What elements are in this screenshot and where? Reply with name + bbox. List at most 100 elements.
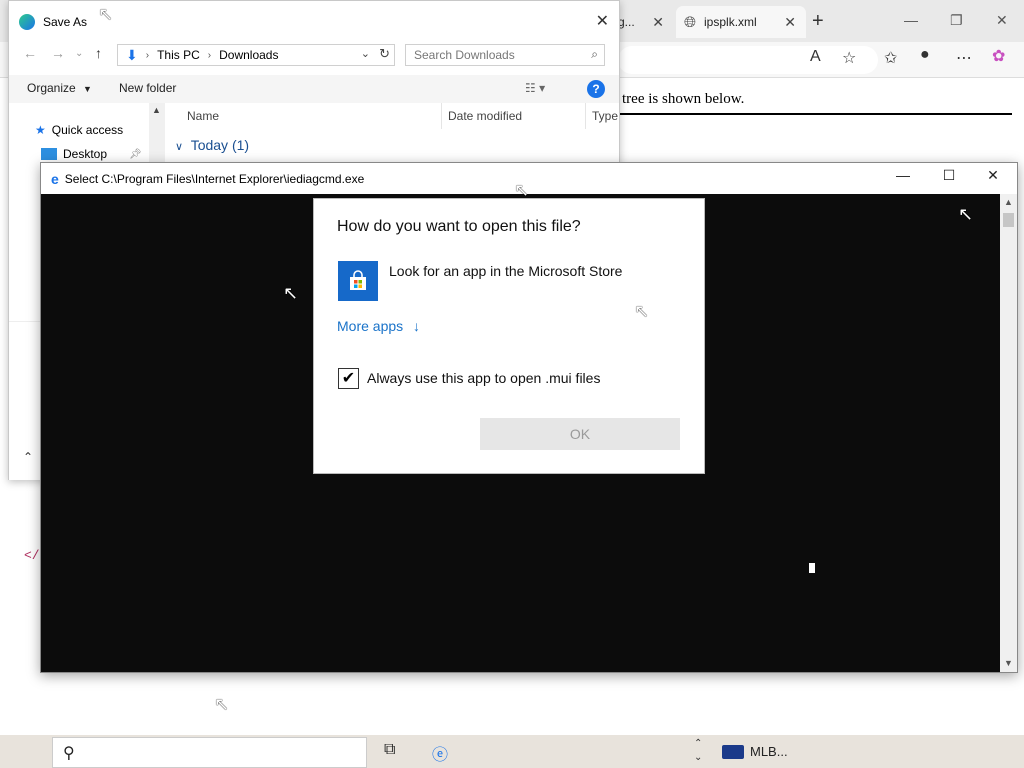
ie-icon: e: [51, 170, 59, 187]
nav-scrollbar[interactable]: ▲: [149, 103, 165, 163]
cursor-icon: ↖: [634, 301, 650, 321]
taskbar: ⚲ ⧉ ⓔ ⌃ ⌄ MLB...: [0, 735, 1024, 768]
code-fragment: </: [24, 548, 40, 563]
tab-label: ipsplk.xml: [704, 15, 757, 29]
read-aloud-icon[interactable]: A: [810, 48, 821, 66]
copilot-icon[interactable]: ✿: [992, 46, 1005, 66]
column-headers: Name Date modified Type: [167, 103, 619, 129]
close-icon[interactable]: ✕: [973, 167, 1013, 189]
breadcrumb-separator: ›: [207, 49, 212, 61]
more-menu-icon[interactable]: ⋯: [956, 48, 972, 68]
open-with-heading: How do you want to open this file?: [337, 218, 581, 235]
always-use-checkbox[interactable]: ✔: [338, 368, 359, 389]
arrow-down-icon: ↓: [413, 318, 421, 334]
scroll-up-icon[interactable]: ▲: [152, 105, 161, 115]
column-name[interactable]: Name: [187, 109, 219, 123]
store-bag-icon: [350, 270, 366, 290]
forward-arrow-icon[interactable]: →: [51, 45, 65, 61]
open-with-dialog: How do you want to open this file? Look …: [313, 198, 705, 474]
edge-icon: [19, 14, 35, 30]
address-field[interactable]: [618, 46, 878, 74]
organize-label: Organize: [27, 81, 76, 95]
maximize-icon[interactable]: ☐: [929, 167, 969, 189]
breadcrumb[interactable]: ⬇ › This PC › Downloads ⌄ ↻: [117, 44, 395, 66]
minimize-icon[interactable]: —: [883, 167, 923, 189]
search-input[interactable]: Search Downloads ⌕: [405, 44, 605, 66]
restore-icon[interactable]: ❐: [950, 12, 963, 29]
cursor-icon: ↖: [283, 283, 299, 303]
save-as-nav-row: ← → ⌄ ↑ ⬇ › This PC › Downloads ⌄ ↻ Sear…: [9, 43, 619, 67]
tab-label: g...: [618, 15, 635, 29]
news-widget[interactable]: MLB...: [722, 744, 788, 759]
tab-background[interactable]: g... ✕: [618, 6, 674, 38]
downloads-folder-icon: ⬇: [126, 46, 138, 63]
favorite-star-icon[interactable]: ☆: [842, 48, 856, 68]
nav-item-label: Quick access: [51, 123, 124, 137]
nav-item-label: Desktop: [63, 147, 108, 161]
ok-button[interactable]: OK: [480, 418, 680, 450]
column-type[interactable]: Type: [592, 109, 618, 123]
favorites-icon[interactable]: ✩: [884, 48, 897, 68]
store-icon[interactable]: [338, 261, 378, 301]
profile-avatar-icon[interactable]: ●: [920, 46, 930, 64]
more-apps-link[interactable]: More apps ↓: [337, 318, 420, 334]
close-window-icon[interactable]: ✕: [996, 12, 1008, 29]
chevron-down-icon[interactable]: ⌄: [361, 47, 370, 60]
breadcrumb-this-pc[interactable]: This PC: [157, 48, 200, 62]
mlb-logo-icon: [722, 744, 744, 759]
taskbar-search-box[interactable]: ⚲: [52, 737, 367, 768]
console-cursor-block: [809, 563, 815, 573]
save-as-title: Save As: [43, 15, 88, 29]
select-window-title: Select C:\Program Files\Internet Explore…: [64, 171, 365, 186]
help-icon[interactable]: ?: [587, 80, 605, 98]
content-text: tree is shown below.: [622, 91, 745, 107]
pin-icon: 📌︎: [129, 148, 142, 160]
new-tab-button[interactable]: +: [812, 10, 824, 33]
group-label: Today (1): [190, 137, 250, 153]
command-bar: Organize ▼ New folder ☷ ▾ ?: [9, 75, 619, 103]
breadcrumb-separator: ›: [145, 49, 150, 61]
horizontal-rule: [620, 113, 1012, 115]
up-arrow-icon[interactable]: ↑: [95, 45, 102, 61]
search-icon: ⌕: [591, 47, 598, 61]
new-folder-button[interactable]: New folder: [119, 81, 176, 95]
scroll-thumb[interactable]: [1003, 213, 1014, 227]
recent-chevron-icon[interactable]: ⌄: [75, 48, 83, 59]
search-icon: ⚲: [63, 745, 75, 762]
caret-down-icon: ▼: [83, 84, 92, 94]
task-view-icon[interactable]: ⧉: [384, 741, 395, 759]
console-scrollbar[interactable]: ▲ ▼: [1000, 194, 1017, 672]
nav-item-quick-access[interactable]: ★ Quick access: [35, 123, 123, 137]
cursor-icon: ↖: [958, 204, 974, 224]
cursor-icon: ↖: [514, 180, 530, 200]
collapse-chevron-icon[interactable]: ⌃: [23, 450, 33, 464]
ie-taskbar-icon[interactable]: ⓔ: [432, 741, 448, 765]
always-use-label[interactable]: Always use this app to open .mui files: [367, 370, 600, 386]
globe-icon: 🌐︎: [684, 13, 697, 31]
tray-chevron-icon[interactable]: ⌃ ⌄: [694, 737, 702, 765]
scroll-up-icon[interactable]: ▲: [1004, 197, 1013, 207]
view-options-icon[interactable]: ☷ ▾: [525, 81, 545, 95]
back-arrow-icon[interactable]: ←: [23, 45, 37, 61]
desktop-icon: [41, 148, 57, 160]
close-tab-icon[interactable]: ✕: [784, 14, 796, 31]
group-header-today[interactable]: ∨ Today (1): [175, 137, 249, 153]
nav-item-desktop[interactable]: Desktop 📌︎: [41, 147, 142, 161]
chevron-down-icon: ∨: [175, 141, 184, 153]
store-option-label[interactable]: Look for an app in the Microsoft Store: [389, 263, 622, 279]
close-icon[interactable]: ✕: [596, 11, 609, 31]
close-tab-icon[interactable]: ✕: [652, 14, 664, 31]
tab-active[interactable]: 🌐︎ ipsplk.xml ✕: [676, 6, 806, 38]
star-icon: ★: [35, 123, 46, 137]
refresh-icon[interactable]: ↻: [379, 46, 390, 62]
cursor-icon: ↖: [98, 4, 114, 24]
column-divider: [585, 103, 586, 129]
organize-button[interactable]: Organize ▼: [27, 81, 92, 95]
search-placeholder: Search Downloads: [414, 48, 515, 62]
scroll-down-icon[interactable]: ▼: [1004, 658, 1013, 668]
column-date-modified[interactable]: Date modified: [448, 109, 522, 123]
breadcrumb-downloads[interactable]: Downloads: [219, 48, 278, 62]
more-apps-label: More apps: [337, 318, 404, 334]
minimize-icon[interactable]: —: [904, 12, 918, 28]
news-label: MLB...: [750, 744, 788, 759]
